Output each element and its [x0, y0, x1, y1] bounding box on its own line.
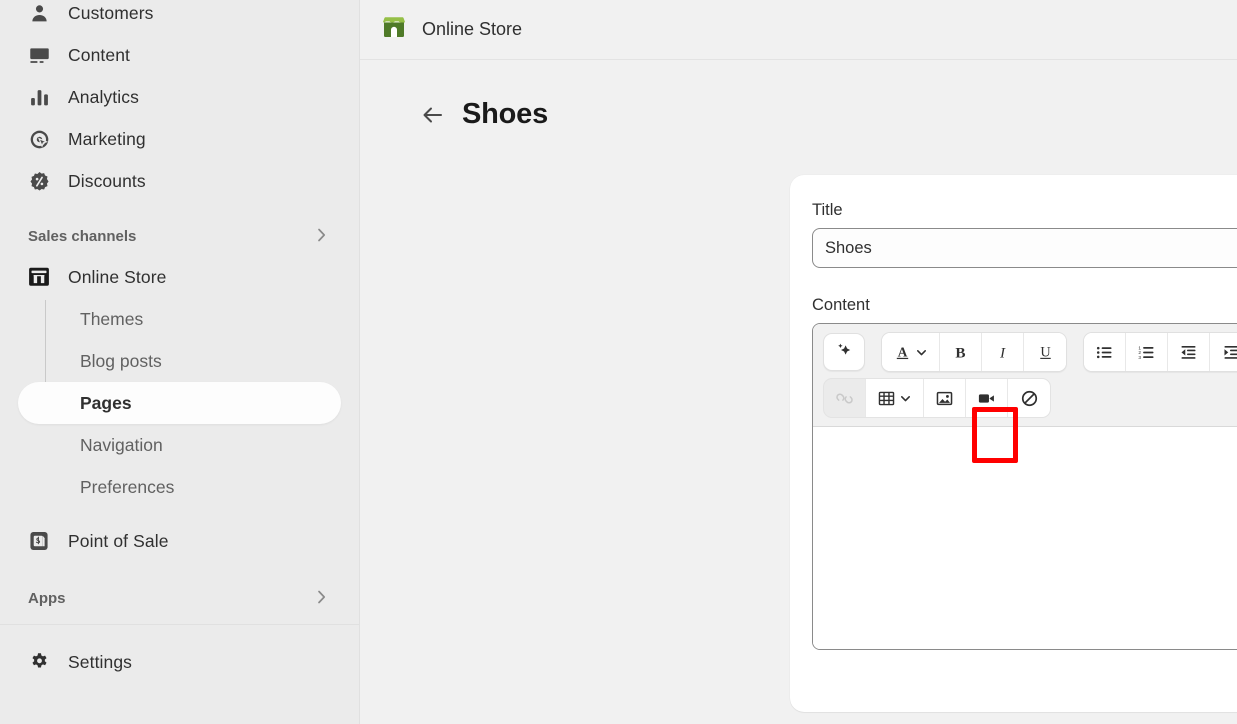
title-input-value: Shoes	[825, 238, 872, 257]
sidebar-item-analytics[interactable]: Analytics	[18, 76, 341, 118]
page-title: Shoes	[462, 98, 549, 130]
sidebar-item-content[interactable]: Content	[18, 34, 341, 76]
arrow-left-icon[interactable]	[420, 102, 446, 128]
sidebar-item-label: Blog posts	[80, 350, 162, 371]
link-icon	[835, 389, 854, 408]
storefront-icon	[28, 266, 50, 288]
bold-button[interactable]: B	[940, 333, 982, 371]
toolbar-row-1: A B I U 1 2 3	[823, 332, 1237, 372]
sidebar-divider	[0, 624, 359, 625]
outdent-button[interactable]	[1168, 333, 1210, 371]
store-name-label: Online Store	[422, 19, 523, 39]
text-style-button[interactable]: A	[882, 333, 940, 371]
sidebar-item-label: Navigation	[80, 434, 163, 455]
sidebar-item-customers[interactable]: Customers	[18, 0, 341, 34]
sidebar-section-apps[interactable]: Apps	[18, 578, 341, 618]
svg-text:A: A	[898, 344, 908, 359]
insert-group	[823, 378, 1051, 418]
italic-icon: I	[993, 343, 1012, 362]
sidebar-item-label: Pages	[80, 392, 132, 413]
content-rich-text-editor: A B I U 1 2 3	[812, 323, 1237, 650]
chevron-right-icon	[317, 589, 331, 608]
gear-icon	[28, 651, 50, 673]
video-camera-icon	[977, 389, 996, 408]
list-indent-group: 1 2 3	[1083, 332, 1237, 372]
content-image-icon	[28, 44, 50, 66]
sidebar-item-pages[interactable]: Pages	[18, 382, 341, 424]
storefront-logo-icon	[380, 13, 408, 46]
page-header: Shoes	[360, 60, 1237, 131]
outdent-icon	[1179, 343, 1198, 362]
table-icon	[877, 389, 896, 408]
sidebar-item-point-of-sale[interactable]: Point of Sale	[18, 520, 341, 562]
editor-toolbar: A B I U 1 2 3	[813, 324, 1237, 427]
person-icon	[28, 2, 50, 24]
sidebar-item-label: Discounts	[68, 170, 146, 191]
content-editor-body[interactable]	[813, 427, 1237, 649]
svg-text:3: 3	[1138, 354, 1141, 360]
title-input[interactable]: Shoes	[812, 228, 1237, 268]
sidebar-item-marketing[interactable]: Marketing	[18, 118, 341, 160]
chevron-down-icon	[915, 346, 928, 359]
insert-video-button[interactable]	[966, 379, 1008, 417]
sidebar-item-label: Online Store	[68, 266, 167, 287]
chevron-right-icon	[317, 227, 331, 246]
sidebar-item-settings[interactable]: Settings	[18, 641, 341, 683]
insert-link-button	[824, 379, 866, 417]
underline-button[interactable]: U	[1024, 333, 1066, 371]
sidebar-item-navigation[interactable]: Navigation	[18, 424, 341, 466]
numbered-list-icon: 1 2 3	[1137, 343, 1156, 362]
insert-table-button[interactable]	[866, 379, 924, 417]
discount-badge-icon	[28, 170, 50, 192]
sparkle-icon	[834, 340, 854, 365]
indent-button[interactable]	[1210, 333, 1237, 371]
bulleted-list-icon	[1095, 343, 1114, 362]
sidebar-item-label: Point of Sale	[68, 530, 169, 551]
sidebar-item-label: Analytics	[68, 86, 139, 107]
sidebar-item-blog-posts[interactable]: Blog posts	[18, 340, 341, 382]
sidebar: Customers Content Analytics Marketing Di…	[0, 0, 360, 724]
section-label: Sales channels	[28, 227, 137, 245]
insert-image-button[interactable]	[924, 379, 966, 417]
image-icon	[935, 389, 954, 408]
content-field-label: Content	[812, 296, 870, 314]
text-format-group: A B I U	[881, 332, 1067, 372]
toolbar-row-2	[823, 378, 1237, 418]
section-label: Apps	[28, 589, 66, 607]
page-editor-card: Title Shoes Content A B I U 1 2 3	[790, 175, 1237, 712]
indent-icon	[1222, 343, 1237, 362]
ai-sparkle-button[interactable]	[823, 333, 865, 371]
main-area: Online Store Shoes Title Shoes Content A…	[360, 0, 1237, 724]
sidebar-item-label: Customers	[68, 2, 154, 23]
sidebar-item-label: Settings	[68, 651, 133, 672]
bulleted-list-button[interactable]	[1084, 333, 1126, 371]
text-format-a-icon: A	[893, 343, 912, 362]
point-of-sale-icon	[28, 530, 50, 552]
svg-text:B: B	[955, 344, 965, 361]
store-header: Online Store	[360, 0, 1237, 60]
svg-text:I: I	[999, 344, 1006, 361]
target-cursor-icon	[28, 128, 50, 150]
bold-icon: B	[951, 343, 970, 362]
clear-formatting-button[interactable]	[1008, 379, 1050, 417]
chevron-down-icon	[899, 392, 912, 405]
italic-button[interactable]: I	[982, 333, 1024, 371]
underline-icon: U	[1036, 343, 1055, 362]
circle-slash-icon	[1020, 389, 1039, 408]
bar-chart-icon	[28, 86, 50, 108]
sidebar-item-preferences[interactable]: Preferences	[18, 466, 341, 508]
sidebar-section-sales-channels[interactable]: Sales channels	[18, 216, 341, 256]
app-root: Customers Content Analytics Marketing Di…	[0, 0, 1237, 724]
numbered-list-button[interactable]: 1 2 3	[1126, 333, 1168, 371]
sidebar-item-label: Content	[68, 44, 130, 65]
sidebar-item-discounts[interactable]: Discounts	[18, 160, 341, 202]
sidebar-item-online-store[interactable]: Online Store	[18, 256, 341, 298]
title-field-label: Title	[812, 201, 843, 219]
sidebar-item-label: Marketing	[68, 128, 146, 149]
sidebar-item-themes[interactable]: Themes	[18, 298, 341, 340]
sidebar-item-label: Preferences	[80, 476, 175, 497]
sidebar-item-label: Themes	[80, 308, 144, 329]
